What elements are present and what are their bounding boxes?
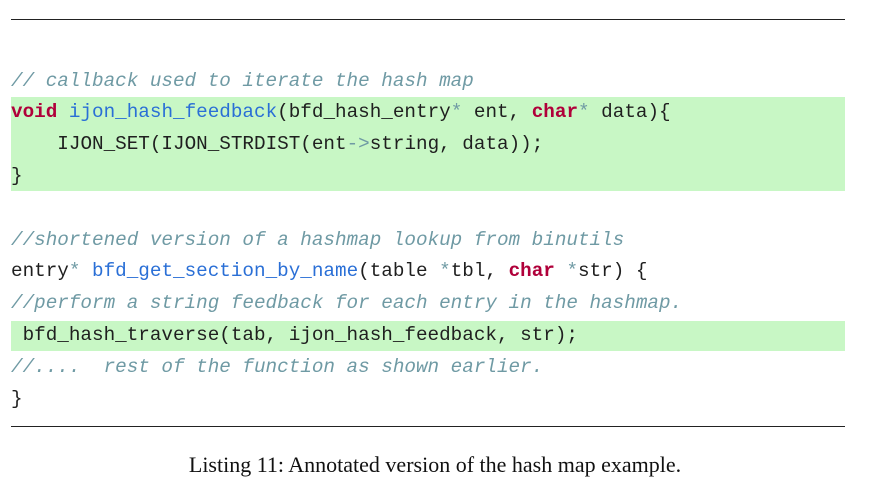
code-text: tbl, [450,260,509,282]
arrow-operator: -> [346,133,370,155]
closing-brace: } [11,388,23,410]
pointer-star: * [566,260,579,282]
comment: //shortened version of a hashmap lookup … [11,229,625,251]
pointer-star: * [578,101,590,123]
pointer-star: * [439,260,451,282]
code-text: data){ [589,101,671,123]
code-line-10: } [11,385,23,413]
code-line-8: bfd_hash_traverse(tab, ijon_hash_feedbac… [11,321,578,349]
keyword-void: void [11,101,58,123]
top-rule [11,19,845,20]
closing-brace: } [11,165,23,187]
pointer-star: * [68,260,81,282]
comment: //.... rest of the function as shown ear… [11,356,544,378]
code-text: bfd_hash_traverse(tab, ijon_hash_feedbac… [11,324,578,346]
code-text: IJON_SET(IJON_STRDIST(ent [57,133,347,155]
code-line-7: //perform a string feedback for each ent… [11,289,682,317]
bottom-rule [11,426,845,427]
code-line-5: //shortened version of a hashmap lookup … [11,226,624,254]
code-text: ent, [462,101,532,123]
code-line-9: //.... rest of the function as shown ear… [11,353,543,381]
code-text: (table [358,260,440,282]
code-text: string, data)); [369,133,544,155]
code-text: str) { [578,260,648,282]
keyword-char: char [531,101,579,123]
code-text: (bfd_hash_entry [277,101,451,123]
type-name: entry [11,260,69,282]
code-line-6: entry* bfd_get_section_by_name(table *tb… [11,257,647,285]
listing-caption: Listing 11: Annotated version of the has… [188,452,682,477]
function-name: bfd_get_section_by_name [92,260,359,282]
pointer-star: * [450,101,463,123]
comment: // callback used to iterate the hash map [11,70,474,92]
code-line-1: // callback used to iterate the hash map [11,67,474,95]
code-line-3: IJON_SET(IJON_STRDIST(ent->string, data)… [11,130,543,158]
code-line-2: void ijon_hash_feedback(bfd_hash_entry* … [11,98,671,126]
function-name: ijon_hash_feedback [68,101,278,123]
keyword-char: char [508,260,555,282]
comment: //perform a string feedback for each ent… [11,292,683,314]
code-line-4: } [11,162,23,190]
